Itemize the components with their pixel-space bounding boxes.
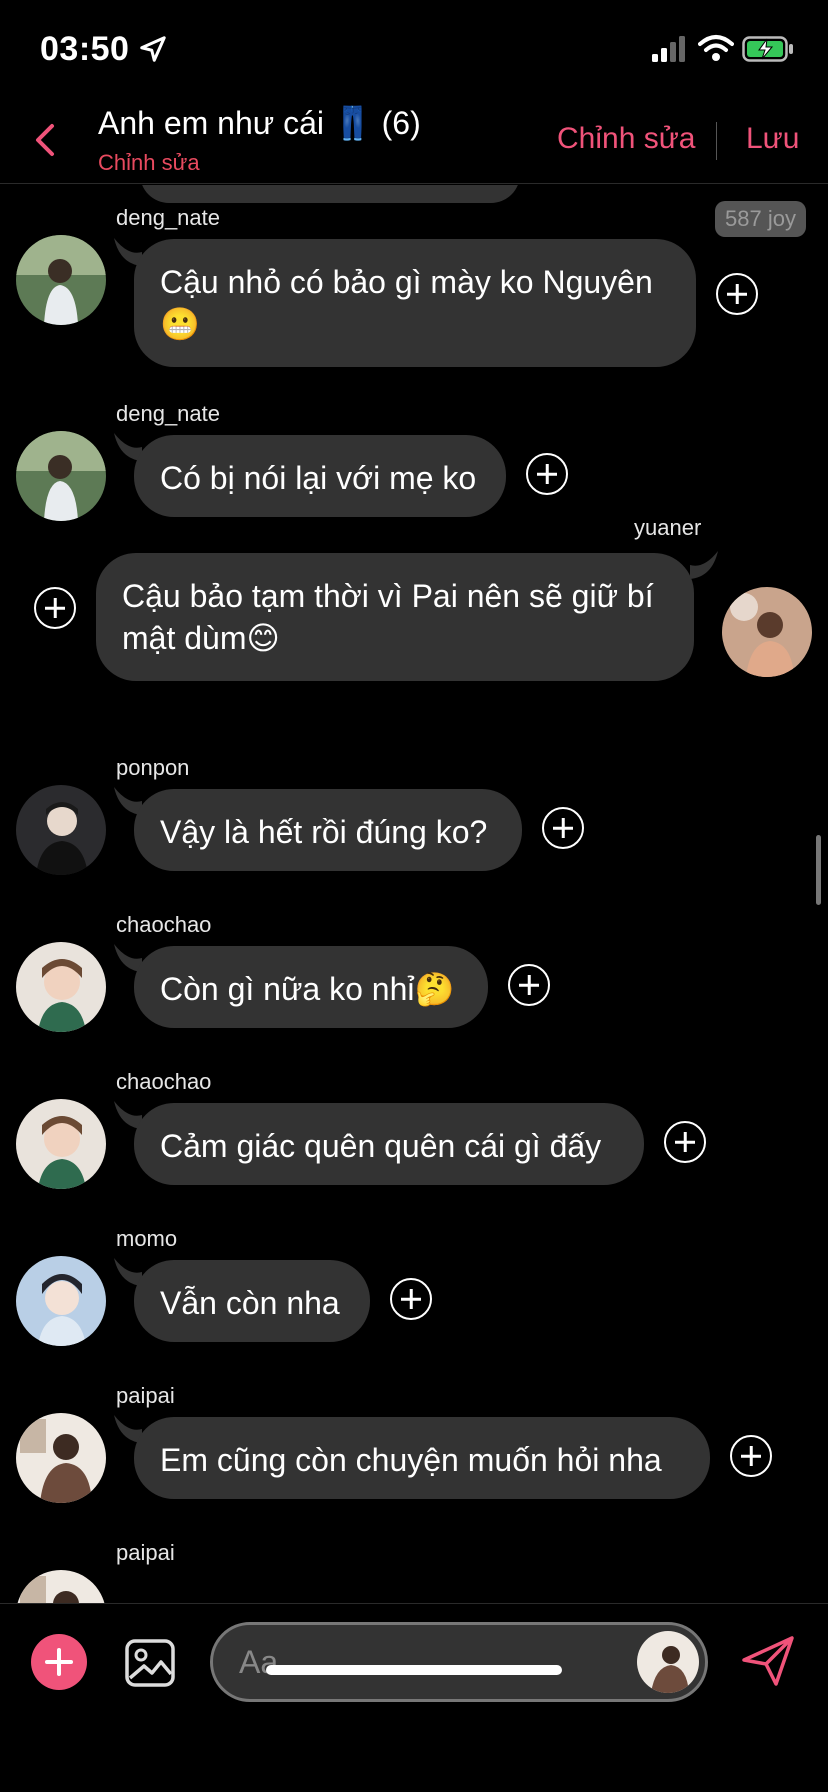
composer-bar: [0, 1603, 828, 1792]
message-bubble[interactable]: Có bị nói lại với mẹ ko: [134, 435, 506, 517]
plus-circle-icon[interactable]: [34, 587, 76, 629]
sender-name: paipai: [116, 1383, 175, 1408]
message-bubble[interactable]: Em cũng còn chuyện muốn hỏi nha: [134, 1417, 710, 1499]
home-indicator: [266, 1665, 562, 1675]
group-title[interactable]: Anh em như cái 👖 (6): [98, 104, 421, 142]
avatar[interactable]: [16, 1256, 106, 1346]
sender-name: chaochao: [116, 1069, 212, 1094]
message-list[interactable]: 587 joy deng_nate Cậu nhỏ có bảo gì mày …: [0, 185, 828, 1603]
message-bubble[interactable]: Cậu nhỏ có bảo gì mày ko Nguyên 😬: [134, 239, 696, 367]
plus-circle-icon[interactable]: [730, 1435, 772, 1477]
bubble-tail: [690, 551, 718, 579]
current-user-avatar[interactable]: [637, 1631, 699, 1693]
status-bar: 03:50: [0, 0, 828, 100]
signal-icon: [652, 36, 685, 62]
image-icon[interactable]: [124, 1638, 176, 1688]
plus-circle-icon[interactable]: [542, 807, 584, 849]
sender-name: yuaner: [634, 515, 702, 540]
message-bubble[interactable]: Vậy là hết rồi đúng ko?: [134, 789, 522, 871]
avatar[interactable]: [16, 431, 106, 521]
joy-counter-badge: 587 joy: [715, 201, 806, 237]
message-input[interactable]: [239, 1625, 619, 1699]
message-bubble[interactable]: Cậu bảo tạm thời vì Pai nên sẽ giữ bí mậ…: [96, 553, 694, 681]
group-subtitle[interactable]: Chỉnh sửa: [98, 150, 200, 176]
add-icon[interactable]: [31, 1634, 87, 1690]
sender-name: deng_nate: [116, 205, 220, 230]
send-icon[interactable]: [740, 1634, 796, 1688]
sender-name: deng_nate: [116, 401, 220, 426]
scroll-indicator[interactable]: [816, 835, 821, 905]
plus-circle-icon[interactable]: [664, 1121, 706, 1163]
header-divider: [716, 122, 717, 160]
plus-circle-icon[interactable]: [390, 1278, 432, 1320]
status-time: 03:50: [40, 30, 130, 68]
avatar[interactable]: [16, 1099, 106, 1189]
location-arrow-icon: [140, 36, 166, 62]
avatar[interactable]: [16, 942, 106, 1032]
avatar[interactable]: [16, 1413, 106, 1503]
avatar[interactable]: [16, 235, 106, 325]
back-chevron-icon[interactable]: [30, 120, 60, 160]
message-bubble[interactable]: Còn gì nữa ko nhỉ🤔: [134, 946, 488, 1028]
avatar[interactable]: [16, 785, 106, 875]
plus-circle-icon[interactable]: [508, 964, 550, 1006]
message-bubble[interactable]: Cảm giác quên quên cái gì đấy: [134, 1103, 644, 1185]
sender-name: chaochao: [116, 912, 212, 937]
edit-button[interactable]: Chỉnh sửa: [557, 122, 696, 156]
previous-message-bubble: [140, 185, 520, 203]
message-bubble[interactable]: Vẫn còn nha: [134, 1260, 370, 1342]
sender-name: momo: [116, 1226, 178, 1251]
message-input-wrapper[interactable]: [210, 1622, 708, 1702]
plus-circle-icon[interactable]: [526, 453, 568, 495]
avatar[interactable]: [722, 587, 812, 677]
chat-header: Anh em như cái 👖 (6) Chỉnh sửa Chỉnh sửa…: [0, 100, 828, 184]
save-button[interactable]: Lưu: [746, 122, 799, 156]
sender-name: paipai: [116, 1540, 175, 1565]
battery-charging-icon: [742, 36, 793, 62]
avatar[interactable]: [16, 1570, 106, 1603]
plus-circle-icon[interactable]: [716, 273, 758, 315]
wifi-icon: [698, 35, 734, 61]
sender-name: ponpon: [116, 755, 190, 780]
